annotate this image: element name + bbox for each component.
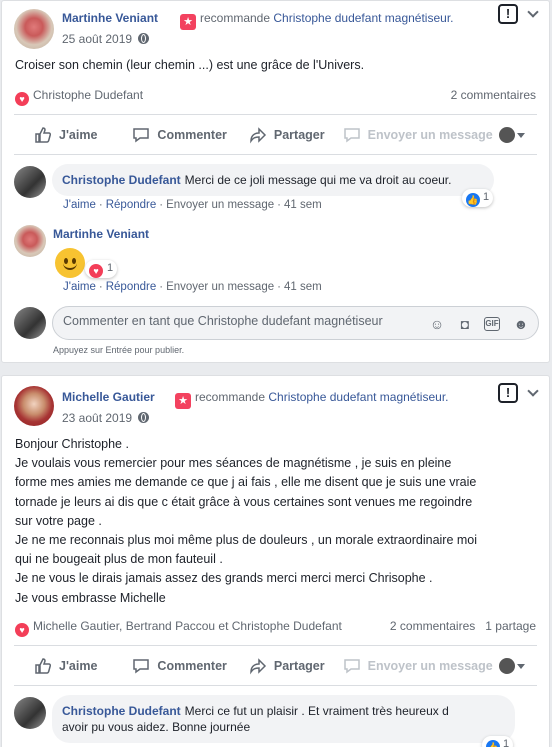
commenter-avatar[interactable]	[14, 166, 46, 198]
comment-icon	[132, 126, 150, 144]
send-message-button[interactable]: Envoyer un message	[343, 657, 493, 675]
heart-icon: ♥	[15, 623, 29, 637]
action-bar: J'aime Commenter Partager Envoyer un mes…	[14, 650, 537, 682]
like-button[interactable]: J'aime	[34, 126, 97, 144]
commenter-avatar[interactable]	[14, 697, 46, 729]
comment-bubble: Christophe Dudefant Merci ce fut un plais…	[52, 695, 515, 743]
sticker-icon[interactable]: ☻	[512, 315, 530, 333]
comment-time[interactable]: 41 sem	[284, 281, 322, 293]
smiley-emoji-icon	[55, 248, 85, 278]
comment-bubble: Christophe Dudefant Merci de ce joli mess…	[52, 164, 494, 196]
emoji-icon[interactable]: ☺	[428, 315, 446, 333]
divider	[14, 154, 537, 155]
comment-message-link[interactable]: Envoyer un message	[166, 281, 274, 293]
share-button[interactable]: Partager	[249, 126, 325, 144]
comment-button[interactable]: Commenter	[132, 126, 227, 144]
comment-count[interactable]: 2 commentaires	[451, 88, 536, 102]
chevron-down-icon[interactable]	[527, 385, 539, 397]
caret-down-icon[interactable]	[517, 133, 525, 138]
actor-avatar[interactable]	[499, 658, 515, 674]
globe-icon	[138, 33, 150, 44]
post-date[interactable]: 25 août 2019	[62, 32, 150, 46]
send-message-button[interactable]: Envoyer un message	[343, 126, 493, 144]
thumbs-up-icon	[34, 657, 52, 675]
recommend-line: ★ recommande Christophe dudefant magnétis…	[177, 11, 454, 30]
comment-input-box[interactable]: ☺ ◘ GIF ☻	[52, 306, 539, 340]
post-card: Michelle Gautier ★ recommande Christophe …	[1, 375, 550, 747]
heart-icon: ♥	[15, 92, 29, 106]
like-icon: 👍	[486, 740, 500, 747]
actor-avatar[interactable]	[499, 127, 515, 143]
post-counts: 2 commentaires 1 partage	[380, 619, 536, 633]
reactions-summary[interactable]: ♥ Christophe Dudefant	[15, 88, 143, 106]
comment-reactions[interactable]: 👍 1	[462, 189, 494, 207]
comment-count[interactable]: 2 commentaires	[390, 619, 475, 633]
caret-down-icon[interactable]	[517, 664, 525, 669]
share-icon	[249, 126, 267, 144]
comment-reply-link[interactable]: Répondre	[106, 199, 157, 211]
camera-icon[interactable]: ◘	[456, 315, 474, 333]
chevron-down-icon[interactable]	[527, 6, 539, 18]
comment-reactions[interactable]: ♥ 1	[85, 260, 118, 278]
divider	[14, 645, 537, 646]
comment-message-link[interactable]: Envoyer un message	[166, 199, 274, 211]
heart-icon: ♥	[89, 264, 103, 278]
gif-icon[interactable]: GIF	[484, 317, 500, 331]
my-avatar[interactable]	[14, 307, 46, 339]
share-button[interactable]: Partager	[249, 657, 325, 675]
comment-like-link[interactable]: J'aime	[63, 199, 96, 211]
comment-meta: J'aime · Répondre · Envoyer un message · 41 se…	[63, 281, 322, 293]
share-icon	[249, 657, 267, 675]
author-name[interactable]: Martinhe Veniant	[62, 11, 158, 25]
post-card: Martinhe Veniant ★ recommande Christophe …	[1, 0, 550, 363]
like-button[interactable]: J'aime	[34, 657, 97, 675]
commenter-avatar[interactable]	[14, 225, 46, 257]
post-date[interactable]: 23 août 2019	[62, 411, 150, 425]
report-icon[interactable]: !	[498, 4, 518, 24]
author-avatar[interactable]	[14, 9, 54, 49]
comment-like-link[interactable]: J'aime	[63, 281, 96, 293]
comment-meta: J'aime · Répondre · Envoyer un message · 41 se…	[63, 199, 322, 211]
action-bar: J'aime Commenter Partager Envoyer un mes…	[14, 119, 537, 151]
comment-button[interactable]: Commenter	[132, 657, 227, 675]
message-icon	[343, 657, 361, 675]
comment-time[interactable]: 41 sem	[284, 199, 322, 211]
post-text: Croiser son chemin (leur chemin ...) est…	[15, 58, 365, 72]
page-link[interactable]: Christophe dudefant magnétiseur.	[268, 390, 448, 404]
author-name[interactable]: Michelle Gautier	[62, 390, 155, 404]
recommend-icon: ★	[175, 393, 191, 409]
recommend-icon: ★	[180, 14, 196, 30]
comment-reply-link[interactable]: Répondre	[106, 281, 157, 293]
divider	[14, 685, 537, 686]
reactions-summary[interactable]: ♥ Michelle Gautier, Bertrand Paccou et Ch…	[15, 619, 342, 637]
comment-reactions[interactable]: 👍 1	[482, 736, 514, 747]
thumbs-up-icon	[34, 126, 52, 144]
share-count[interactable]: 1 partage	[485, 619, 536, 633]
page-link[interactable]: Christophe dudefant magnétiseur.	[273, 11, 453, 25]
report-icon[interactable]: !	[498, 383, 518, 403]
author-avatar[interactable]	[14, 386, 54, 426]
like-icon: 👍	[466, 193, 480, 207]
comment-input[interactable]	[63, 314, 413, 328]
post-text: Bonjour Christophe . Je voulais vous rem…	[15, 437, 478, 605]
submit-hint: Appuyez sur Entrée pour publier.	[53, 345, 185, 355]
divider	[14, 114, 537, 115]
recommend-line: ★ recommande Christophe dudefant magnétis…	[172, 390, 449, 409]
comment-author[interactable]: Martinhe Veniant	[53, 227, 149, 241]
message-icon	[343, 126, 361, 144]
comment-icon	[132, 657, 150, 675]
globe-icon	[138, 412, 150, 423]
